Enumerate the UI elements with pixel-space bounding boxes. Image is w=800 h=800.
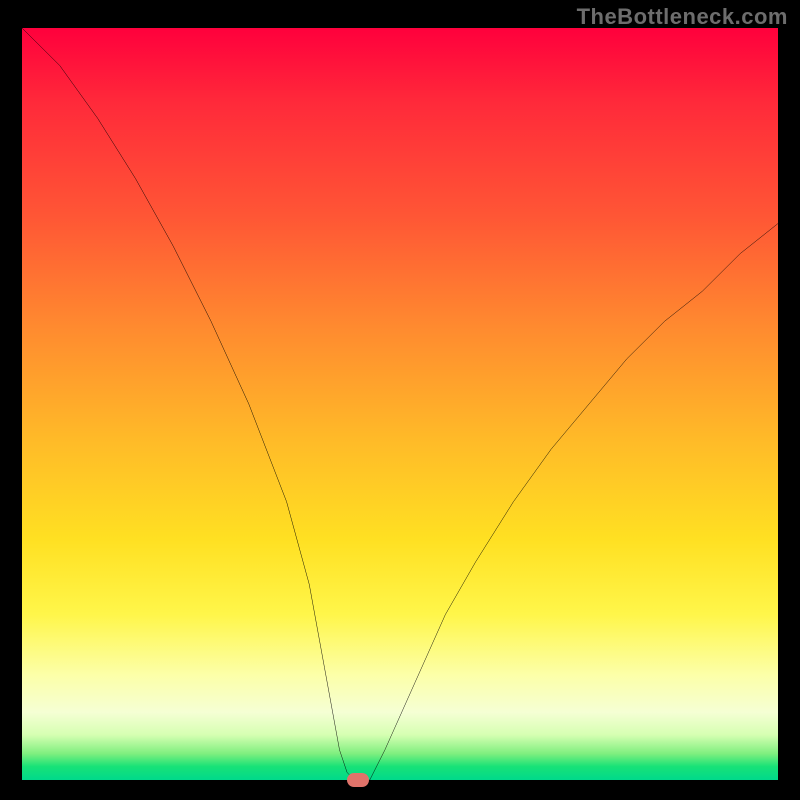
optimum-marker [347, 773, 369, 787]
bottleneck-curve [22, 28, 778, 780]
chart-frame: TheBottleneck.com [0, 0, 800, 800]
watermark-text: TheBottleneck.com [577, 4, 788, 30]
curve-path [22, 28, 778, 780]
plot-area [22, 28, 778, 780]
